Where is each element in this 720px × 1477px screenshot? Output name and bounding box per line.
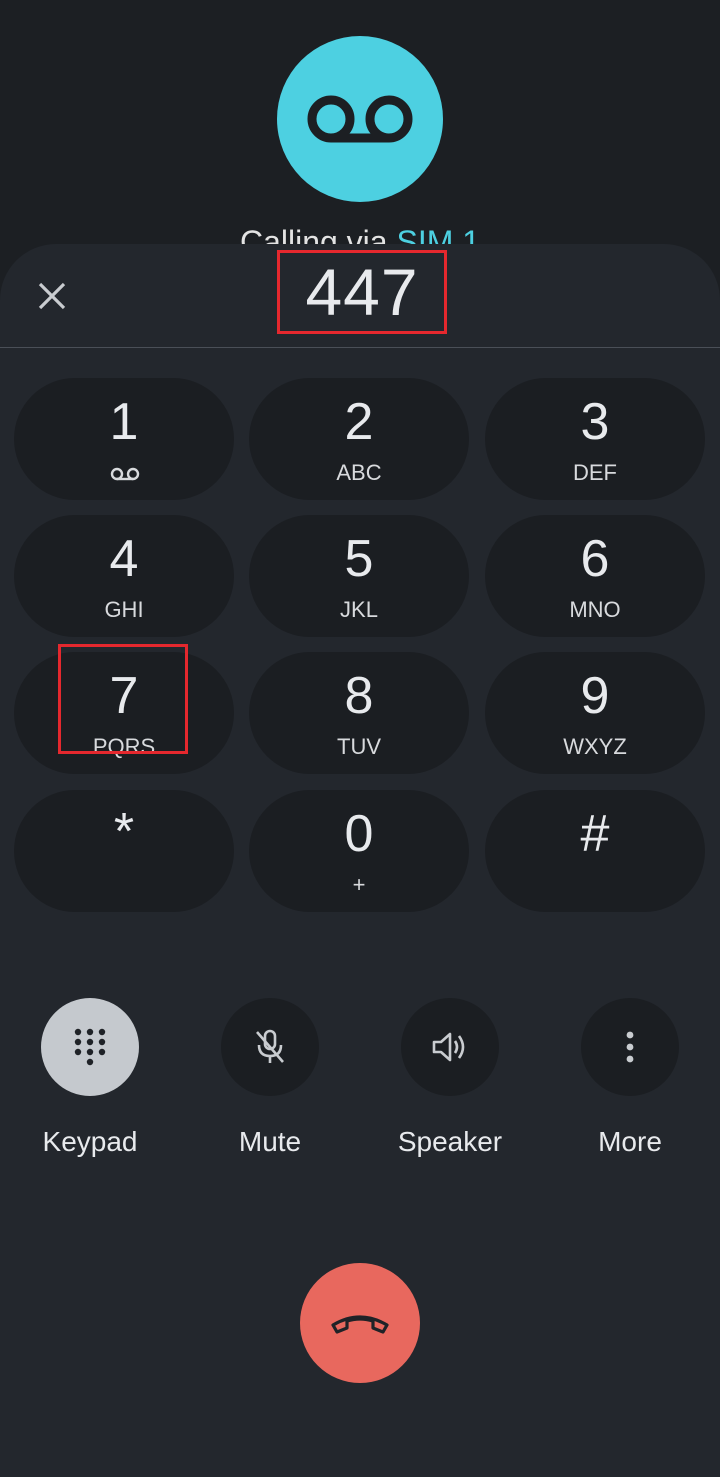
key-7[interactable]: 7 PQRS (14, 652, 234, 774)
dialed-digits: 447 (277, 250, 447, 334)
key-8[interactable]: 8 TUV (249, 652, 469, 774)
key-digit: 1 (109, 393, 139, 451)
key-1[interactable]: 1 (14, 378, 234, 500)
more-vert-icon (626, 1031, 634, 1063)
key-digit: 0 (344, 805, 374, 863)
divider (0, 347, 720, 348)
mute-action[interactable]: Mute (190, 998, 350, 1158)
key-digit: 3 (580, 393, 610, 451)
digits-row: 447 (0, 244, 720, 348)
key-0[interactable]: 0 + (249, 790, 469, 912)
more-action[interactable]: More (550, 998, 710, 1158)
more-button[interactable] (581, 998, 679, 1096)
speaker-icon (432, 1032, 465, 1062)
end-call-button[interactable] (300, 1263, 420, 1383)
key-letters: ABC (336, 460, 382, 485)
keypad-action[interactable]: Keypad (10, 998, 170, 1158)
key-digit: * (113, 803, 135, 861)
key-digit: 6 (580, 530, 610, 588)
key-letters: JKL (340, 597, 378, 622)
more-label: More (598, 1126, 662, 1157)
mic-off-icon (256, 1029, 284, 1063)
speaker-button[interactable] (401, 998, 499, 1096)
caller-avatar (277, 36, 443, 202)
speaker-action[interactable]: Speaker (370, 998, 530, 1158)
key-letters: DEF (573, 460, 617, 485)
key-6[interactable]: 6 MNO (485, 515, 705, 637)
dialpad-icon (74, 1028, 106, 1066)
key-5[interactable]: 5 JKL (249, 515, 469, 637)
key-digit: 9 (580, 667, 610, 725)
key-letters: WXYZ (563, 734, 627, 759)
call-end-icon (331, 1315, 389, 1334)
mute-button[interactable] (221, 998, 319, 1096)
key-2[interactable]: 2 ABC (249, 378, 469, 500)
key-letters: GHI (104, 597, 144, 622)
key-hash[interactable]: # (485, 790, 705, 912)
close-icon (38, 282, 66, 310)
key-4[interactable]: 4 GHI (14, 515, 234, 637)
close-dialpad-button[interactable] (22, 266, 82, 326)
key-3[interactable]: 3 DEF (485, 378, 705, 500)
key-letters: TUV (337, 734, 381, 759)
key-letters: PQRS (92, 734, 156, 759)
keypad-label: Keypad (42, 1126, 138, 1157)
key-letters: + (352, 872, 366, 897)
key-digit: 2 (344, 393, 374, 451)
voicemail-icon (307, 95, 413, 143)
key-digit: 5 (344, 530, 374, 588)
in-call-screen: Calling via SIM 1 447 1 2 ABC 3 DEF 4 GH… (0, 0, 720, 1477)
key-star[interactable]: * (14, 790, 234, 912)
key-digit: 7 (109, 667, 139, 725)
key-letters: MNO (569, 597, 621, 622)
speaker-label: Speaker (397, 1126, 503, 1157)
key-digit: 4 (109, 530, 139, 588)
key-9[interactable]: 9 WXYZ (485, 652, 705, 774)
mute-label: Mute (238, 1126, 302, 1157)
key-digit: # (580, 805, 610, 863)
key-digit: 8 (344, 667, 374, 725)
keypad-button[interactable] (41, 998, 139, 1096)
voicemail-icon (110, 467, 140, 481)
